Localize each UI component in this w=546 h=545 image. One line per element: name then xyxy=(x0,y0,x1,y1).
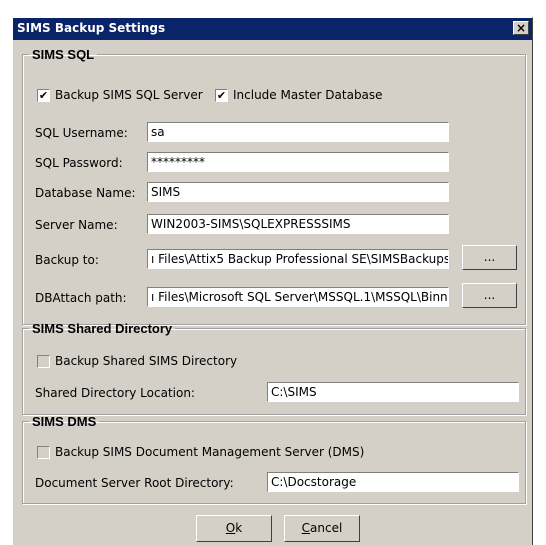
ok-button[interactable]: Ok xyxy=(196,515,272,542)
dms-root-label: Document Server Root Directory: xyxy=(35,476,234,490)
browse-label: ... xyxy=(483,250,496,264)
sims-dms-legend: SIMS DMS xyxy=(32,414,97,429)
server-name-field[interactable]: WIN2003-SIMS\SQLEXPRESSSIMS xyxy=(147,214,449,234)
database-name-field[interactable]: SIMS xyxy=(147,182,449,202)
sql-username-label: SQL Username: xyxy=(35,126,128,140)
backup-dms-label: Backup SIMS Document Management Server (… xyxy=(55,445,365,459)
sql-username-field[interactable]: sa xyxy=(147,122,449,142)
sql-password-field[interactable]: ********* xyxy=(147,152,449,172)
server-name-label: Server Name: xyxy=(35,218,118,232)
shared-directory-legend: SIMS Shared Directory xyxy=(32,321,173,336)
shared-location-field[interactable]: C:\SIMS xyxy=(267,382,519,402)
sims-sql-legend: SIMS SQL xyxy=(32,47,95,62)
backup-settings-dialog: SIMS Backup Settings × SIMS SQL ✔ Backup… xyxy=(12,17,533,545)
backup-sql-checkbox[interactable]: ✔ xyxy=(37,89,50,102)
ok-label-rest: k xyxy=(235,521,243,535)
ok-mnemonic: O xyxy=(225,521,236,535)
cancel-button[interactable]: Cancel xyxy=(284,515,360,542)
cancel-mnemonic: C xyxy=(301,521,311,535)
backup-dms-checkbox[interactable] xyxy=(37,446,50,459)
dbattach-browse-button[interactable]: ... xyxy=(462,283,517,308)
check-icon: ✔ xyxy=(216,89,227,102)
sql-password-label: SQL Password: xyxy=(35,156,123,170)
close-icon: × xyxy=(515,21,527,35)
backup-sql-label: Backup SIMS SQL Server xyxy=(55,88,203,102)
cancel-label-rest: ancel xyxy=(310,521,343,535)
window-title: SIMS Backup Settings xyxy=(17,21,166,35)
dbattach-path-label: DBAttach path: xyxy=(35,291,127,305)
include-master-label: Include Master Database xyxy=(233,88,383,102)
backup-shared-label: Backup Shared SIMS Directory xyxy=(55,354,238,368)
backup-to-field[interactable]: ı Files\Attix5 Backup Professional SE\SI… xyxy=(147,249,449,269)
dms-root-field[interactable]: C:\Docstorage xyxy=(267,472,519,492)
database-name-label: Database Name: xyxy=(35,186,136,200)
check-icon: ✔ xyxy=(38,89,49,102)
backup-to-browse-button[interactable]: ... xyxy=(462,245,517,270)
title-bar[interactable]: SIMS Backup Settings × xyxy=(13,18,532,40)
backup-to-label: Backup to: xyxy=(35,253,99,267)
browse-label: ... xyxy=(483,288,496,302)
close-button[interactable]: × xyxy=(513,21,529,35)
backup-shared-checkbox[interactable] xyxy=(37,355,50,368)
dbattach-path-field[interactable]: ı Files\Microsoft SQL Server\MSSQL.1\MSS… xyxy=(147,287,449,307)
shared-location-label: Shared Directory Location: xyxy=(35,386,195,400)
include-master-checkbox[interactable]: ✔ xyxy=(215,89,228,102)
